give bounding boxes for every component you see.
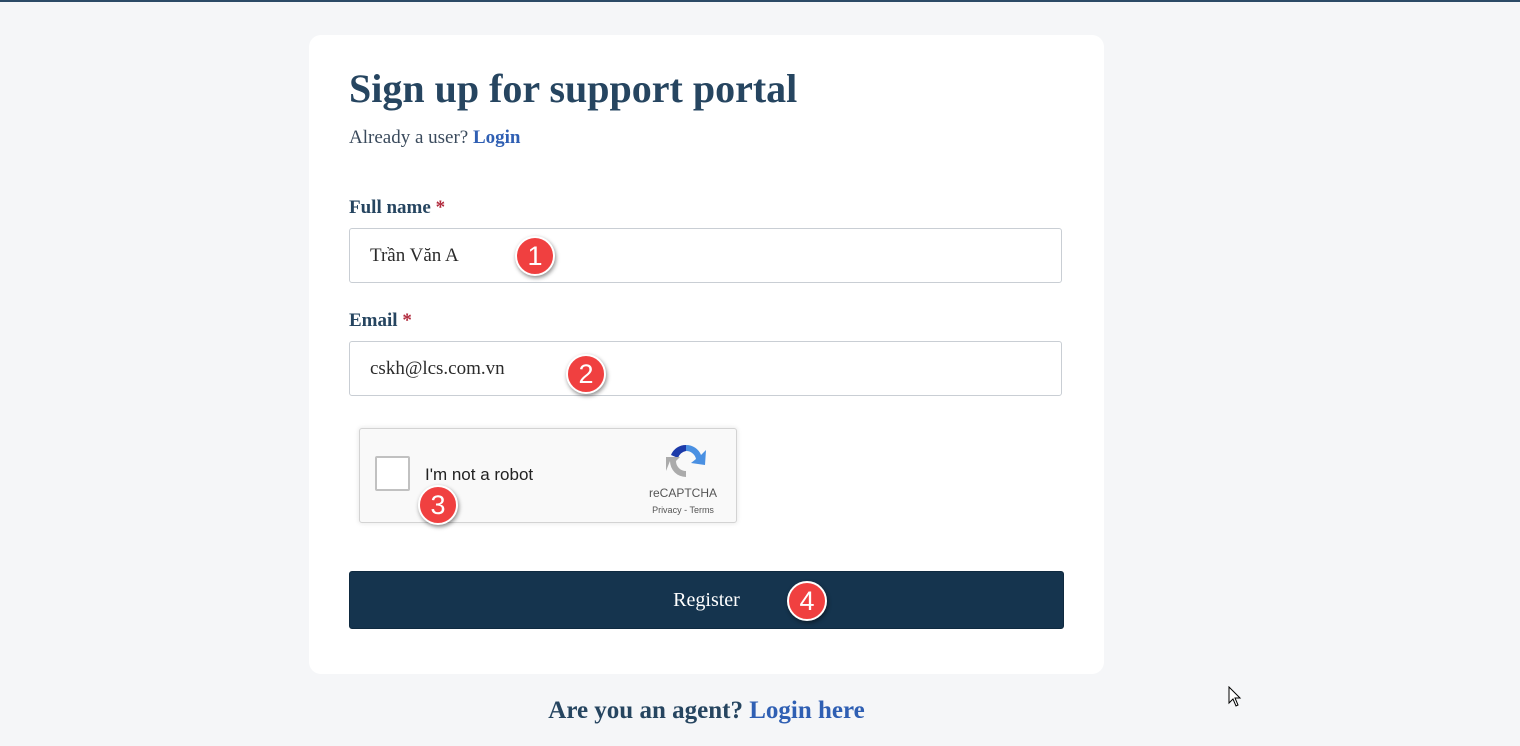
register-button[interactable]: Register [349,571,1064,629]
already-user-text: Already a user? [349,127,469,148]
annotation-badge-4: 4 [787,581,827,621]
recaptcha-privacy-link[interactable]: Privacy [652,505,682,515]
signup-card: Sign up for support portal Already a use… [309,35,1104,674]
required-mark: * [402,310,412,331]
annotation-badge-2: 2 [566,354,606,394]
recaptcha-checkbox[interactable] [375,456,410,491]
agent-login-line: Are you an agent? Login here [309,697,1104,725]
email-value: cskh@lcs.com.vn [370,357,505,379]
full-name-label-text: Full name [349,197,431,218]
full-name-input[interactable]: Trần Văn A [349,228,1062,283]
agent-question: Are you an agent? [548,697,743,724]
email-label-text: Email [349,310,398,331]
login-link[interactable]: Login [473,127,521,148]
recaptcha-separator: - [684,505,688,515]
recaptcha-brand: reCAPTCHA [648,486,717,500]
recaptcha-terms-link[interactable]: Terms [689,505,714,515]
email-label: Email * [349,310,412,332]
annotation-badge-1: 1 [515,236,555,276]
email-input[interactable]: cskh@lcs.com.vn [349,341,1062,396]
recaptcha-widget: I'm not a robot reCAPTCHA Privacy - Term… [359,428,737,523]
recaptcha-label: I'm not a robot [425,465,534,484]
page-title: Sign up for support portal [349,66,798,111]
top-border [0,0,1520,2]
mouse-cursor-icon [1228,685,1242,713]
recaptcha-logo-icon [665,441,707,486]
required-mark: * [435,197,446,218]
recaptcha-links: Privacy - Terms [638,505,728,515]
full-name-value: Trần Văn A [370,244,459,266]
already-user-line: Already a user? Login [349,127,521,149]
annotation-badge-3: 3 [418,485,458,525]
agent-login-link[interactable]: Login here [749,697,865,724]
full-name-label: Full name * [349,197,445,219]
